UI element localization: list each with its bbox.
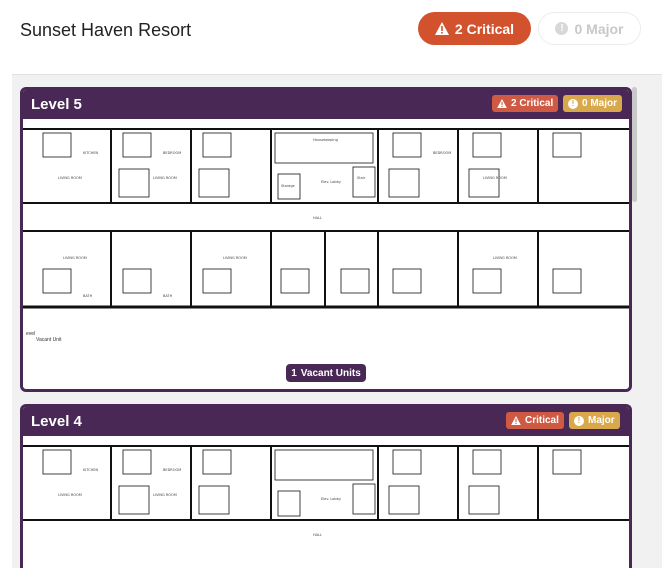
critical-filter-button[interactable]: 2 Critical <box>418 12 531 45</box>
svg-text:BEDROOM: BEDROOM <box>163 468 181 472</box>
major-badge-label: Major <box>588 415 615 426</box>
svg-text:LIVING ROOM: LIVING ROOM <box>153 176 177 180</box>
svg-text:Elev. Lobby: Elev. Lobby <box>321 180 341 184</box>
major-filter-label: 0 Major <box>574 20 624 37</box>
svg-text:BEDROOM: BEDROOM <box>163 151 181 155</box>
warning-triangle-icon <box>511 416 521 425</box>
vacant-count: 1 <box>291 367 297 379</box>
floor-plan-legend: evel Vacant Unit <box>26 331 61 343</box>
page-header: Sunset Haven Resort 2 Critical ! 0 Major <box>0 0 664 64</box>
level-header: Level 5 2 Critical ! 0 Major <box>23 90 629 119</box>
svg-text:LIVING ROOM: LIVING ROOM <box>493 256 517 260</box>
level-title: Level 5 <box>31 96 82 113</box>
vacant-label: Vacant Units <box>300 367 361 379</box>
svg-text:LIVING ROOM: LIVING ROOM <box>153 493 177 497</box>
svg-text:LIVING ROOM: LIVING ROOM <box>63 256 87 260</box>
level-header: Level 4 Critical ! Major <box>23 407 629 436</box>
critical-badge[interactable]: 2 Critical <box>492 95 559 112</box>
svg-text:LIVING ROOM: LIVING ROOM <box>58 493 82 497</box>
major-filter-button[interactable]: ! 0 Major <box>538 12 641 45</box>
svg-text:HALL: HALL <box>313 216 322 220</box>
svg-text:BATH: BATH <box>163 294 173 298</box>
level-title: Level 4 <box>31 413 82 430</box>
info-circle-icon: ! <box>574 415 584 426</box>
major-badge[interactable]: ! 0 Major <box>563 95 623 112</box>
svg-text:Stair: Stair <box>357 176 366 180</box>
svg-text:HALL: HALL <box>313 533 322 537</box>
major-badge[interactable]: ! Major <box>569 412 620 429</box>
svg-text:KITCHEN: KITCHEN <box>83 151 99 155</box>
critical-filter-label: 2 Critical <box>454 20 515 37</box>
svg-text:KITCHEN: KITCHEN <box>83 468 99 472</box>
info-circle-icon: ! <box>568 98 578 109</box>
svg-text:LIVING ROOM: LIVING ROOM <box>58 176 82 180</box>
critical-badge-label: 2 Critical <box>511 98 554 109</box>
critical-badge[interactable]: Critical <box>506 412 564 429</box>
level-card-5[interactable]: Level 5 2 Critical ! 0 Major KITCHEN BED… <box>20 87 632 392</box>
svg-text:Storage: Storage <box>281 184 295 188</box>
svg-text:Housekeeping: Housekeeping <box>313 138 338 142</box>
svg-text:LIVING ROOM: LIVING ROOM <box>223 256 247 260</box>
vacant-units-badge[interactable]: 1 Vacant Units <box>286 364 366 382</box>
level-card-4[interactable]: Level 4 Critical ! Major KITCHEN BEDROOM… <box>20 404 632 568</box>
svg-text:LIVING ROOM: LIVING ROOM <box>483 176 507 180</box>
warning-triangle-icon <box>434 22 449 35</box>
info-circle-icon: ! <box>555 22 569 35</box>
vertical-scrollbar[interactable] <box>632 87 637 202</box>
major-badge-label: 0 Major <box>582 98 618 109</box>
critical-badge-label: Critical <box>525 415 559 426</box>
svg-text:BEDROOM: BEDROOM <box>433 151 451 155</box>
floor-plan[interactable]: KITCHEN BEDROOM BEDROOM LIVING ROOM LIVI… <box>23 119 629 327</box>
levels-scroll-area[interactable]: Level 5 2 Critical ! 0 Major KITCHEN BED… <box>12 74 662 568</box>
legend-item: Vacant Unit <box>36 337 62 343</box>
page-title: Sunset Haven Resort <box>20 20 192 40</box>
svg-text:BATH: BATH <box>83 294 93 298</box>
warning-triangle-icon <box>497 99 507 108</box>
svg-text:Elev. Lobby: Elev. Lobby <box>321 497 341 501</box>
floor-plan[interactable]: KITCHEN BEDROOM LIVING ROOM LIVING ROOM … <box>23 436 629 568</box>
